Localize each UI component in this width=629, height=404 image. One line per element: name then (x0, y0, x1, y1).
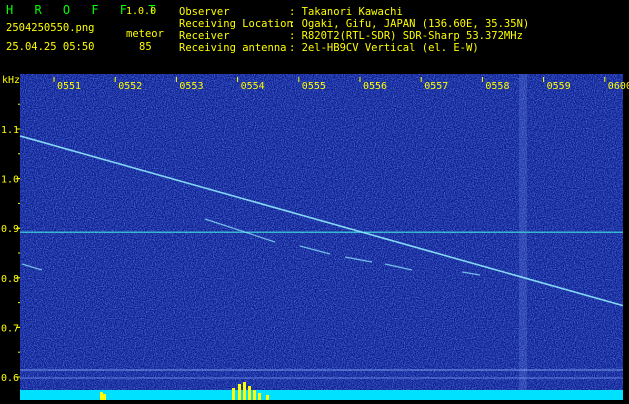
freq-tick-label: 1.0 (1, 175, 19, 186)
mode-count: 85 (139, 41, 152, 53)
noise-texture (20, 74, 623, 400)
freq-tick-label: 1.1 (1, 125, 19, 136)
field-key-antenna: Receiving antenna (179, 42, 287, 54)
filename-label: 2504250550.png (6, 22, 95, 34)
signal-spike (243, 382, 246, 400)
time-tick-label: 0552 (118, 81, 142, 92)
freq-tick-label: 0.6 (1, 373, 19, 384)
field-key-receiver: Receiver (179, 30, 230, 42)
signal-spike (103, 394, 106, 400)
signal-spike (238, 384, 241, 400)
signal-bar (20, 390, 623, 400)
field-key-observer: Observer (179, 6, 230, 18)
field-value-location: : Ogaki, Gifu, JAPAN (136.60E, 35.35N) (289, 18, 530, 30)
time-tick-label: 0600 (608, 81, 629, 92)
time-tick-label: 0557 (424, 81, 448, 92)
time-tick-label: 0558 (485, 81, 509, 92)
time-tick-label: 0551 (57, 81, 81, 92)
freq-tick-label: 0.9 (1, 224, 19, 235)
mode-label: meteor (126, 28, 164, 40)
timestamp-label: 25.04.25 05:50 (6, 41, 95, 53)
unit-label: kHz (2, 75, 20, 86)
signal-spike (248, 386, 251, 400)
signal-spike (253, 390, 256, 400)
time-tick-label: 0556 (363, 81, 387, 92)
field-value-antenna: : 2el-HB9CV Vertical (el. E-W) (289, 42, 479, 54)
freq-tick-label: 0.8 (1, 274, 19, 285)
time-tick-label: 0559 (547, 81, 571, 92)
signal-spike (232, 388, 235, 400)
time-tick-label: 0553 (179, 81, 203, 92)
signal-spike (266, 395, 269, 400)
spectrogram-panel: 0551 0552 0553 0554 0555 0556 0557 0558 0559 0600… (0, 74, 629, 400)
field-value-observer: : Takanori Kawachi (289, 6, 403, 18)
time-tick-label: 0555 (302, 81, 326, 92)
signal-spike (100, 392, 103, 400)
header-panel: H R O F F T 1.0.0 2504250550.png meteor … (0, 0, 629, 74)
time-tick-label: 0554 (241, 81, 265, 92)
spectrogram: 0551 0552 0553 0554 0555 0556 0557 0558 0559 0600… (1, 74, 629, 400)
field-key-location: Receiving Location (179, 18, 293, 30)
signal-spike (258, 393, 261, 400)
interference-stripe (519, 74, 527, 400)
version-label: 1.0.0 (126, 6, 157, 17)
field-value-receiver: : R820T2(RTL-SDR) SDR-Sharp 53.372MHz (289, 30, 523, 42)
freq-tick-label: 0.7 (1, 323, 19, 334)
